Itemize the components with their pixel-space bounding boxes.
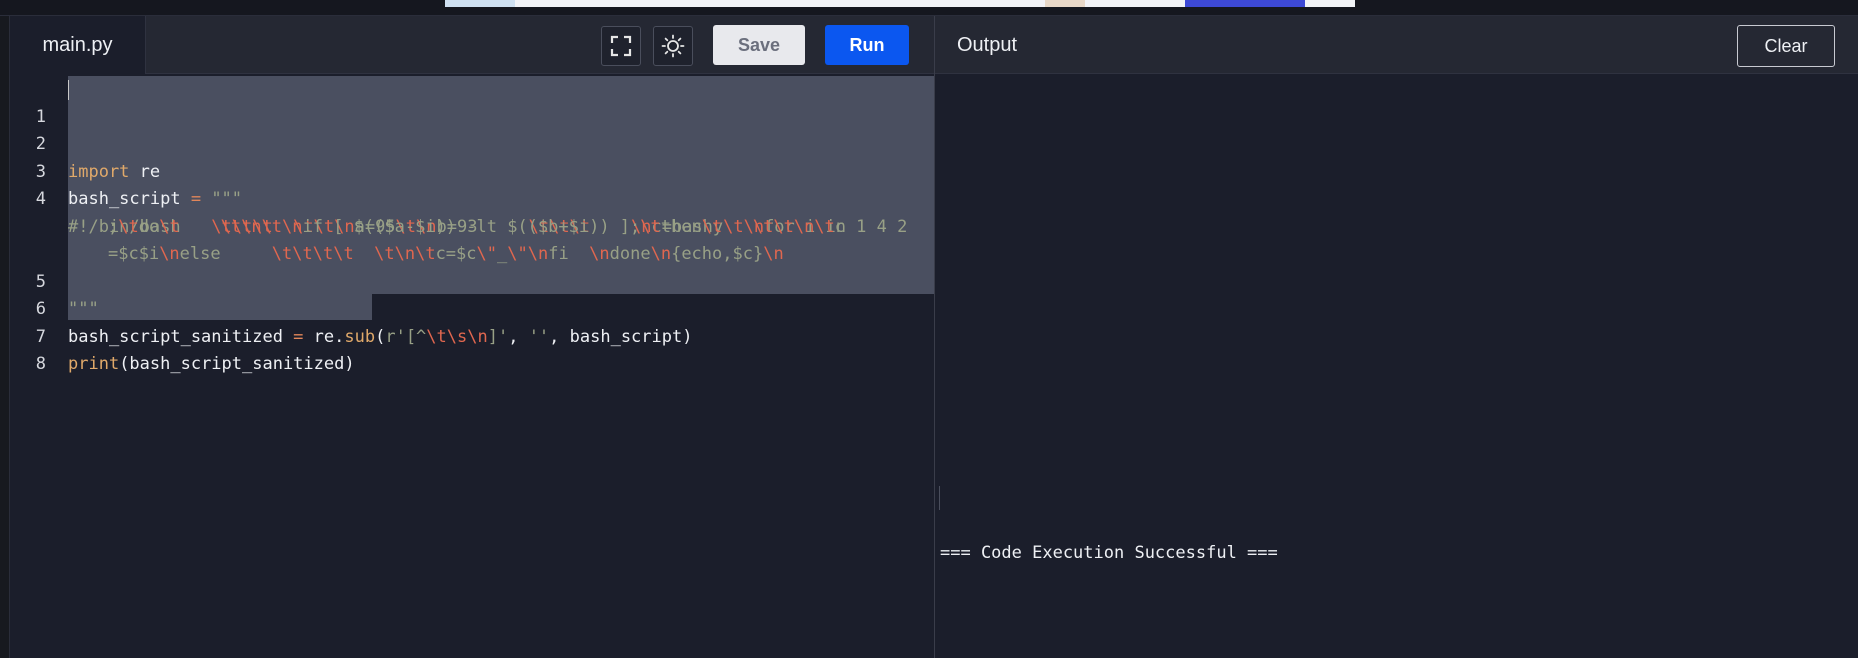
code-line: 7 print(bash_script_sanitized) <box>10 296 355 375</box>
clear-button[interactable]: Clear <box>1737 25 1835 67</box>
code-string: ; <box>108 216 119 237</box>
left-gutter-edge <box>0 16 10 658</box>
code-escape: \t \t\t\n\t <box>701 216 835 237</box>
code-escape: \n <box>650 244 672 264</box>
code-escape: \n <box>159 244 180 264</box>
save-button[interactable]: Save <box>713 25 805 65</box>
code-line: 3 bash_script = """ <box>10 131 242 210</box>
code-string: r'[^ <box>385 326 427 347</box>
code-string: _ <box>497 244 508 264</box>
code-string: """ <box>68 299 99 319</box>
output-caret <box>939 486 940 510</box>
code-paren: ( <box>375 326 386 347</box>
code-identifier: bash_script <box>68 189 181 209</box>
run-button[interactable]: Run <box>825 25 909 65</box>
code-line: 1 <box>10 76 51 127</box>
code-string: c=$c <box>435 244 477 264</box>
ad-banner[interactable] <box>445 0 1355 7</box>
theme-toggle-button[interactable] <box>653 26 693 66</box>
line-number: 8 <box>35 354 46 374</box>
code-string: fi <box>548 244 590 264</box>
code-escape: \"\n <box>507 244 549 264</box>
code-string: c <box>834 216 846 237</box>
editor-header: main.py Save Run <box>10 16 934 74</box>
code-escape: \n <box>589 244 610 264</box>
selection-highlight-end <box>68 294 372 320</box>
code-line: 5 """ <box>10 241 99 320</box>
banner-graphic-right <box>1185 0 1305 7</box>
code-string: if [ $(($a-$i)) -lt $(($b+$i)) ]; <box>302 216 641 237</box>
code-string: do <box>138 216 160 237</box>
code-escape: \t <box>640 216 661 237</box>
code-function: print <box>68 354 120 374</box>
code-string: '' <box>528 326 550 347</box>
code-editor[interactable]: 1 2 import re 3 bash_script = """ 4 #!/b… <box>10 74 934 658</box>
banner-graphic-left <box>445 0 515 7</box>
code-operator: = <box>282 326 314 347</box>
code-string: else <box>179 244 272 264</box>
text-cursor <box>68 80 69 100</box>
code-escape: \t\s\n <box>426 326 488 347</box>
execution-status-message: === Code Execution Successful === <box>940 543 1278 563</box>
code-string: then <box>660 216 702 237</box>
code-string: done <box>609 244 651 264</box>
tab-main-py[interactable]: main.py <box>10 16 146 74</box>
code-identifier: bash_script_sanitized <box>68 326 283 347</box>
fullscreen-icon <box>610 35 632 57</box>
fullscreen-button[interactable] <box>601 26 641 66</box>
code-identifier: (bash_script_sanitized) <box>119 354 355 374</box>
code-escape: \t\t\t\t \t\n\t <box>271 244 436 264</box>
code-string: {echo,$c} <box>671 244 764 264</box>
output-title: Output <box>957 34 1018 56</box>
code-escape: \t <box>118 216 139 237</box>
code-escape: \n <box>763 244 784 264</box>
code-line: 8 <box>10 324 51 374</box>
code-escape: \t \t\n\t\n <box>159 216 303 237</box>
theme-toggle-icon <box>661 34 685 58</box>
code-line: 6 bash_script_sanitized = re.sub(r'[^\t\… <box>10 269 693 347</box>
code-line-wrap: ;\tdo\t \t\n\t\nif [ $(($a-$i)) -lt $(($… <box>10 186 845 237</box>
code-escape: \" <box>476 244 497 264</box>
code-operator: = <box>180 189 212 209</box>
code-line: 4 #!/bin/bash \t\t\t \t\t\na=95\t\nb=93 … <box>10 159 908 237</box>
code-line: 2 import re <box>10 104 160 182</box>
code-string: ]' <box>487 326 509 347</box>
code-identifier: re <box>129 161 161 182</box>
browser-top-strip <box>0 0 1858 16</box>
output-header: Output Clear <box>935 16 1858 74</box>
code-identifier: re. <box>313 326 345 347</box>
code-identifier: , bash_script) <box>549 326 693 347</box>
code-string: """ <box>211 189 243 209</box>
code-line-wrap: =$c$i\nelse \t\t\t\t \t\n\tc=$c\"_\"\nfi… <box>10 214 784 264</box>
code-string: =$c$i <box>108 244 160 264</box>
output-console: === Code Execution Successful === <box>935 74 1858 658</box>
code-function: sub <box>344 326 376 347</box>
code-keyword: import <box>68 161 130 182</box>
banner-graphic-mid <box>1045 0 1085 7</box>
code-comma: , <box>508 326 529 347</box>
